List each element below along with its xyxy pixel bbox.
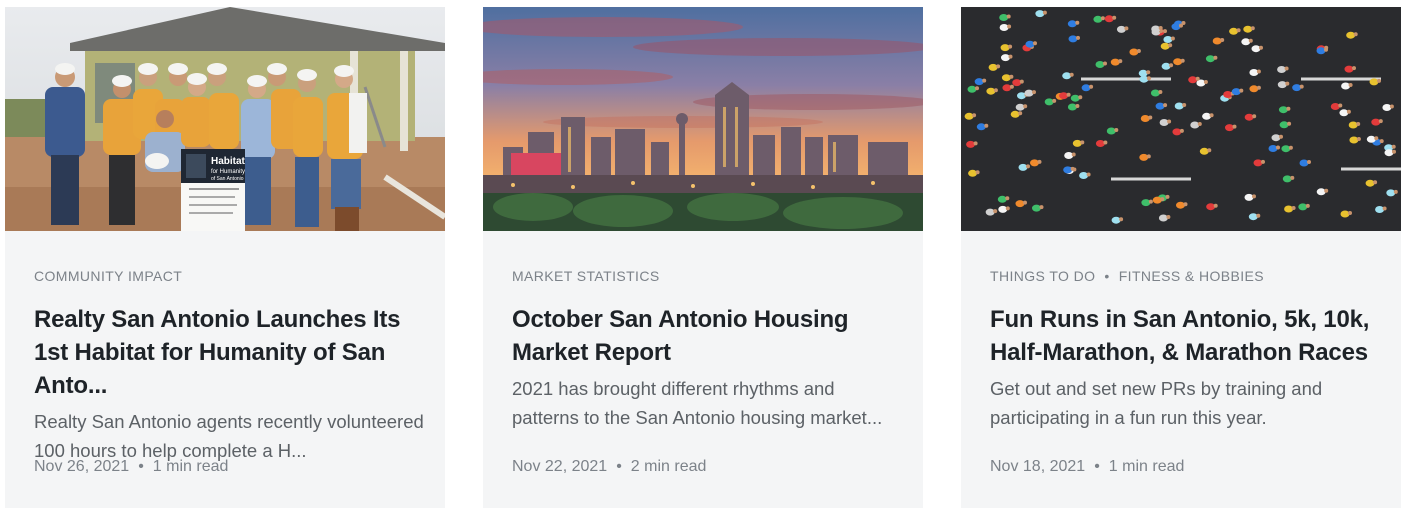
post-excerpt: Get out and set new PRs by training and … xyxy=(990,378,1323,428)
post-read-time: 1 min read xyxy=(1108,458,1185,475)
meta-separator: • xyxy=(138,458,144,475)
post-date: Nov 18, 2021 xyxy=(990,458,1086,475)
post-categories: MARKET STATISTICS xyxy=(512,266,903,286)
post-thumbnail[interactable] xyxy=(483,7,923,231)
post-meta: Nov 18, 2021 • 1 min read xyxy=(990,458,1184,476)
post-body: THINGS TO DO • FITNESS & HOBBIES Fun Runs … xyxy=(990,266,1381,432)
post-body: COMMUNITY IMPACT Realty San Antonio Laun… xyxy=(34,266,425,465)
post-title[interactable]: October San Antonio Housing Market Repor… xyxy=(512,303,903,369)
post-thumbnail[interactable]: Habitat for Humanity of San Antonio xyxy=(5,7,445,231)
post-card-housing-report[interactable]: MARKET STATISTICS October San Antonio Ho… xyxy=(483,7,923,508)
blog-post-grid: Habitat for Humanity of San Antonio COMM… xyxy=(0,0,1410,515)
habitat-sign-text-2: for Humanity xyxy=(211,169,245,175)
post-meta: Nov 26, 2021 • 1 min read xyxy=(34,458,228,476)
habitat-sign-text-1: Habitat xyxy=(211,156,246,167)
post-categories: THINGS TO DO • FITNESS & HOBBIES xyxy=(990,266,1381,286)
category-link[interactable]: MARKET STATISTICS xyxy=(512,268,660,284)
post-title[interactable]: Fun Runs in San Antonio, 5k, 10k, Half-M… xyxy=(990,303,1381,369)
post-card-habitat[interactable]: Habitat for Humanity of San Antonio COMM… xyxy=(5,7,445,508)
post-read-time: 1 min read xyxy=(152,458,229,475)
post-excerpt: Realty San Antonio agents recently volun… xyxy=(34,411,424,461)
post-date: Nov 26, 2021 xyxy=(34,458,130,475)
post-date: Nov 22, 2021 xyxy=(512,458,608,475)
habitat-sign: Habitat for Humanity of San Antonio xyxy=(181,149,246,231)
meta-separator: • xyxy=(616,458,622,475)
category-link[interactable]: THINGS TO DO xyxy=(990,268,1095,284)
post-title[interactable]: Realty San Antonio Launches Its 1st Habi… xyxy=(34,303,425,402)
category-link[interactable]: FITNESS & HOBBIES xyxy=(1119,268,1264,284)
post-thumbnail[interactable] xyxy=(961,7,1401,231)
post-body: MARKET STATISTICS October San Antonio Ho… xyxy=(512,266,903,432)
category-separator: • xyxy=(1104,268,1110,284)
post-excerpt: 2021 has brought different rhythms and p… xyxy=(512,378,883,428)
post-categories: COMMUNITY IMPACT xyxy=(34,266,425,286)
meta-separator: • xyxy=(1094,458,1100,475)
post-read-time: 2 min read xyxy=(630,458,707,475)
post-card-fun-runs[interactable]: THINGS TO DO • FITNESS & HOBBIES Fun Runs … xyxy=(961,7,1401,508)
habitat-sign-text-3: of San Antonio xyxy=(211,176,244,182)
post-image-habitat: Habitat for Humanity of San Antonio xyxy=(5,7,445,231)
category-link[interactable]: COMMUNITY IMPACT xyxy=(34,268,182,284)
post-meta: Nov 22, 2021 • 2 min read xyxy=(512,458,706,476)
post-image-runners xyxy=(961,7,1401,231)
post-image-skyline xyxy=(483,7,923,231)
